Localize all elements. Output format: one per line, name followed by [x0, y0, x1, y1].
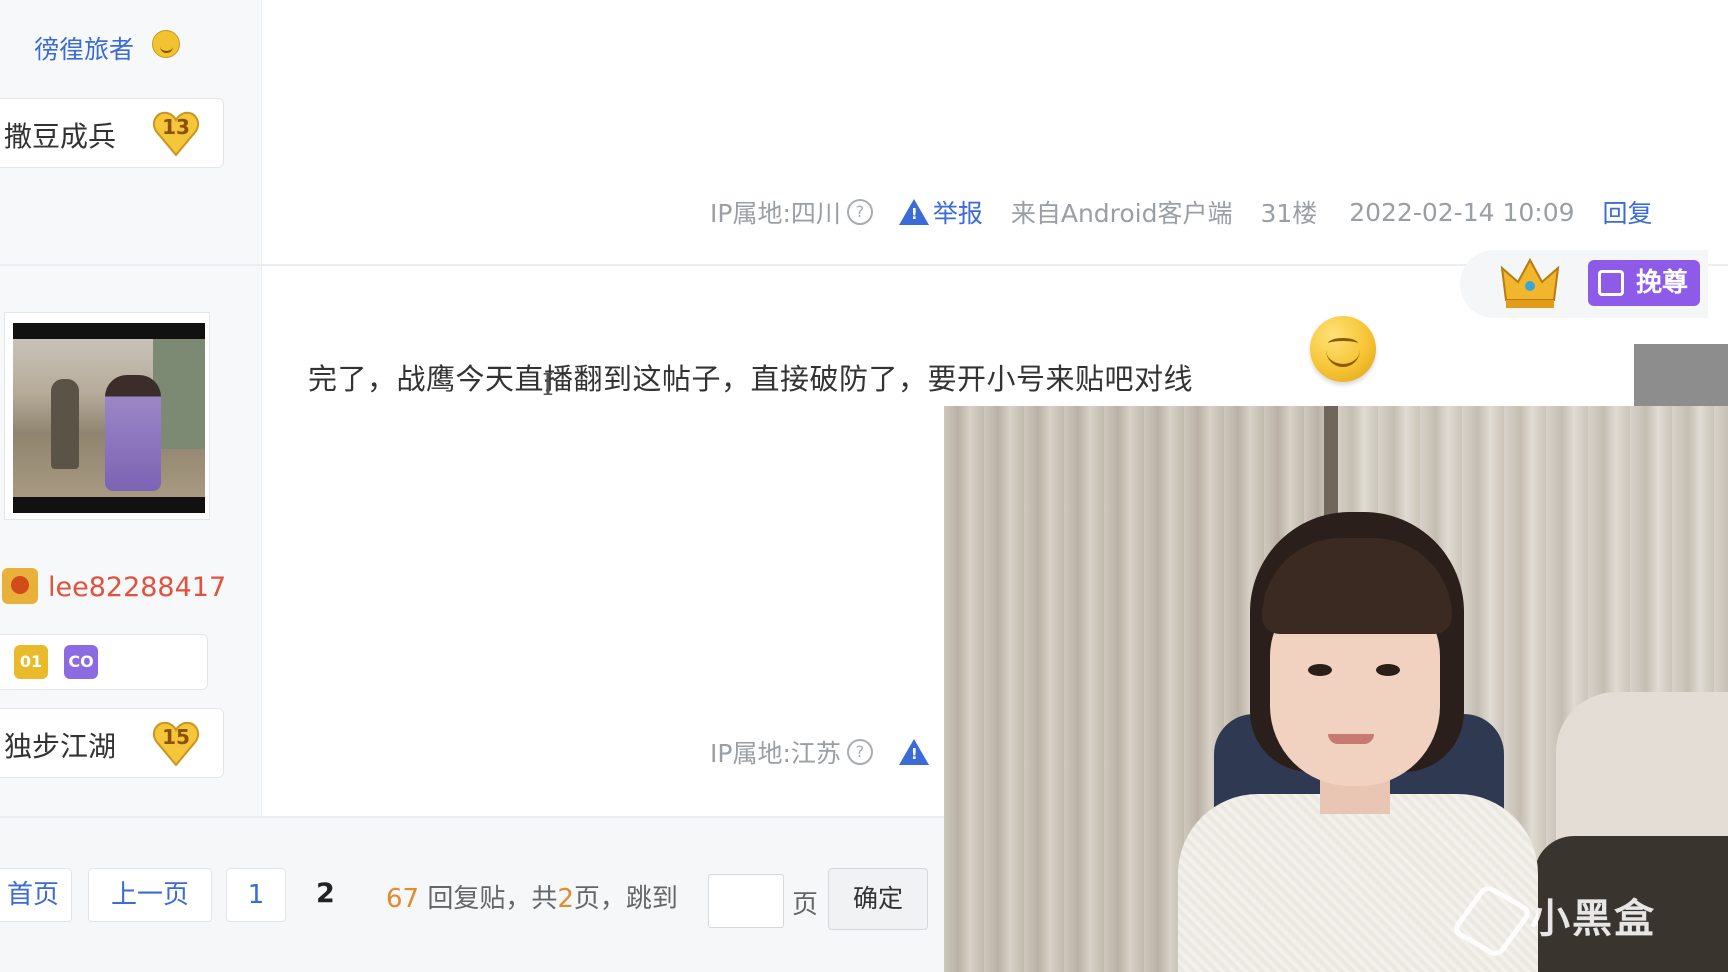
forum-page: 徬徨旅者 撒豆成兵 13 IP属地:四川? 举报 来自Android客户端 31楼… [0, 0, 1728, 972]
post1-client-link[interactable]: 来自Android客户端 [1011, 194, 1233, 230]
page-unit-label: 页 [792, 890, 819, 920]
post1-level-box: 撒豆成兵 13 [0, 98, 224, 168]
post2-level-number: 15 [162, 725, 190, 749]
recommend-label: 挽尊 [1635, 268, 1688, 298]
post1-author-name[interactable]: 徬徨旅者 [34, 30, 134, 66]
level-heart-badge-icon: 15 [150, 717, 202, 769]
warning-icon[interactable] [898, 199, 929, 225]
pager-prev-button[interactable]: 上一页 [88, 868, 212, 922]
window-edge-strip [1634, 344, 1728, 406]
post2-level-name: 独步江湖 [4, 730, 117, 763]
post2-badge-box: 01 CO [0, 634, 208, 690]
smiley-emoji-icon [1310, 316, 1376, 382]
streamer-eye-left [1308, 664, 1332, 676]
badge-01-icon[interactable]: 01 [14, 645, 48, 679]
post2-meta-row: IP属地:江苏? [710, 734, 933, 770]
post2-author-name[interactable]: lee82288417 [48, 572, 226, 603]
help-question-icon[interactable]: ? [846, 739, 873, 765]
pager-first-button[interactable]: 首页 [0, 868, 72, 922]
streamer-mouth [1328, 734, 1374, 744]
warning-icon[interactable] [898, 739, 929, 765]
badge-co-icon[interactable]: CO [64, 645, 98, 679]
crown-icon [1500, 256, 1560, 312]
jump-page-input[interactable] [708, 874, 784, 928]
watermark-text: 小黑盒 [1530, 896, 1656, 942]
xiaoheihe-watermark: 小黑盒 [1450, 882, 1656, 960]
post2-avatar[interactable] [13, 323, 205, 513]
text-cursor-icon: I [542, 368, 554, 403]
reply-label: 回复贴，共 [427, 884, 558, 914]
post2-level-box: 独步江湖 15 [0, 708, 224, 778]
post1-timestamp: 2022-02-14 10:09 [1349, 197, 1575, 227]
scene-figure-right [105, 375, 161, 491]
post1-ip-location: IP属地:四川 [710, 199, 841, 228]
jump-confirm-button[interactable]: 确定 [828, 868, 928, 930]
total-pages: 2 [557, 884, 574, 914]
avatar-scene-image [13, 339, 205, 497]
level-heart-badge-icon: 13 [150, 107, 202, 159]
streamer-eye-right [1376, 664, 1400, 676]
post1-floor: 31楼 [1260, 199, 1318, 228]
member-icon [2, 568, 38, 604]
post2-content: 完了，战鹰今天直播翻到这帖子，直接破防了，要开小号来贴吧对线 [308, 362, 1194, 396]
post1-report-link[interactable]: 举报 [933, 194, 983, 230]
thumb-stamp-icon [1598, 270, 1624, 296]
jump-label: 页，跳到 [573, 884, 678, 914]
laughing-emoji-icon [152, 30, 180, 58]
post1-meta-row: IP属地:四川? 举报 来自Android客户端 31楼 2022-02-14 1… [710, 194, 1652, 230]
post1-reply-link[interactable]: 回复 [1602, 194, 1652, 230]
post2-avatar-frame[interactable] [4, 312, 210, 520]
recommend-area: 挽尊 [1460, 250, 1708, 318]
help-question-icon[interactable]: ? [846, 199, 873, 225]
pager-info: 67 回复贴，共2页，跳到 [386, 878, 678, 915]
pager-current-page: 2 [316, 878, 335, 909]
streamer-webcam-overlay: 小黑盒 [944, 406, 1728, 972]
post1-level-number: 13 [162, 115, 190, 139]
scene-figure-left [51, 379, 79, 469]
recommend-button[interactable]: 挽尊 [1588, 260, 1700, 306]
pager-page-1-button[interactable]: 1 [226, 868, 286, 922]
reply-count: 67 [386, 884, 420, 914]
post1-level-name: 撒豆成兵 [4, 120, 117, 153]
post2-ip-location: IP属地:江苏 [710, 739, 841, 768]
